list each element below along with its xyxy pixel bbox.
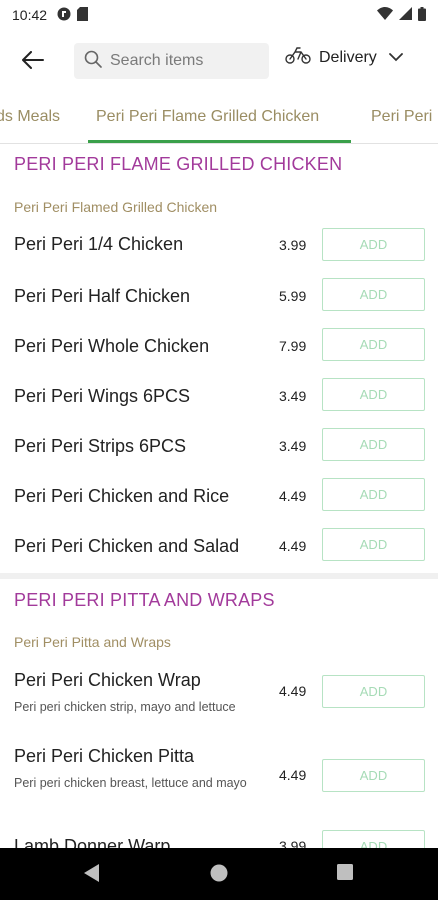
- system-nav-bar: [0, 848, 438, 900]
- nav-recents-button[interactable]: [337, 864, 353, 885]
- item-name: Peri Peri Chicken and Salad: [14, 536, 240, 556]
- item-price: 4.49: [279, 683, 307, 699]
- add-button[interactable]: ADD: [322, 759, 425, 792]
- item-price: 3.99: [279, 237, 307, 253]
- status-bar: 10:42: [0, 0, 438, 30]
- add-button[interactable]: ADD: [322, 328, 425, 361]
- tab-peri-peri-flame-grilled-chicken[interactable]: Peri Peri Flame Grilled Chicken: [96, 108, 319, 126]
- tab-peri-peri-next[interactable]: Peri Peri: [371, 108, 432, 126]
- section-subtitle: Peri Peri Pitta and Wraps: [14, 634, 171, 650]
- item-description: Peri peri chicken strip, mayo and lettuc…: [14, 700, 236, 714]
- add-button[interactable]: ADD: [322, 378, 425, 411]
- item-price: 3.49: [279, 388, 307, 404]
- signal-icon: [399, 7, 412, 23]
- nav-back-button[interactable]: [84, 864, 100, 887]
- delivery-selector[interactable]: Delivery: [285, 46, 403, 69]
- search-input[interactable]: [110, 52, 260, 70]
- item-name: Peri Peri Strips 6PCS: [14, 436, 187, 456]
- item-price: 7.99: [279, 338, 307, 354]
- item-price: 4.49: [279, 538, 307, 554]
- nav-home-button[interactable]: [210, 864, 228, 887]
- status-time: 10:42: [12, 7, 48, 23]
- item-description: Peri peri chicken breast, lettuce and ma…: [14, 776, 247, 790]
- back-arrow-icon: [22, 50, 44, 74]
- battery-icon: [418, 6, 426, 24]
- item-name: Peri Peri Chicken Wrap: [14, 670, 201, 690]
- item-name: Peri Peri Wings 6PCS: [14, 386, 191, 406]
- tab-kids-meals[interactable]: ds Meals: [0, 108, 60, 126]
- delivery-label: Delivery: [319, 48, 377, 66]
- active-tab-indicator: [88, 140, 351, 143]
- bike-icon: [285, 46, 311, 69]
- search-box[interactable]: [74, 43, 269, 79]
- item-name: Peri Peri Chicken Pitta: [14, 746, 195, 766]
- add-button[interactable]: ADD: [322, 278, 425, 311]
- item-price: 5.99: [279, 288, 307, 304]
- top-bar: Delivery: [0, 36, 438, 88]
- item-name: Peri Peri Half Chicken: [14, 286, 191, 306]
- item-name: Peri Peri Chicken and Rice: [14, 486, 230, 506]
- add-button[interactable]: ADD: [322, 478, 425, 511]
- back-button[interactable]: [18, 47, 48, 77]
- item-name: Peri Peri Whole Chicken: [14, 336, 210, 356]
- chevron-down-icon: [388, 49, 403, 67]
- app-notification-icon: [57, 7, 71, 24]
- add-button[interactable]: ADD: [322, 528, 425, 561]
- section-subtitle: Peri Peri Flamed Grilled Chicken: [14, 199, 218, 215]
- add-button[interactable]: ADD: [322, 228, 425, 261]
- item-price: 4.49: [279, 488, 307, 504]
- add-button[interactable]: ADD: [322, 675, 425, 708]
- section-title: PERI PERI PITTA AND WRAPS: [14, 590, 275, 610]
- add-button[interactable]: ADD: [322, 428, 425, 461]
- search-icon: [84, 50, 102, 73]
- item-name: Peri Peri 1/4 Chicken: [14, 234, 184, 254]
- wifi-icon: [377, 7, 393, 23]
- section-divider: [0, 573, 438, 579]
- category-tabs: ds Meals Peri Peri Flame Grilled Chicken…: [0, 96, 438, 144]
- section-title: PERI PERI FLAME GRILLED CHICKEN: [14, 154, 343, 174]
- item-price: 3.49: [279, 438, 307, 454]
- sd-card-icon: [77, 6, 89, 24]
- item-price: 4.49: [279, 767, 307, 783]
